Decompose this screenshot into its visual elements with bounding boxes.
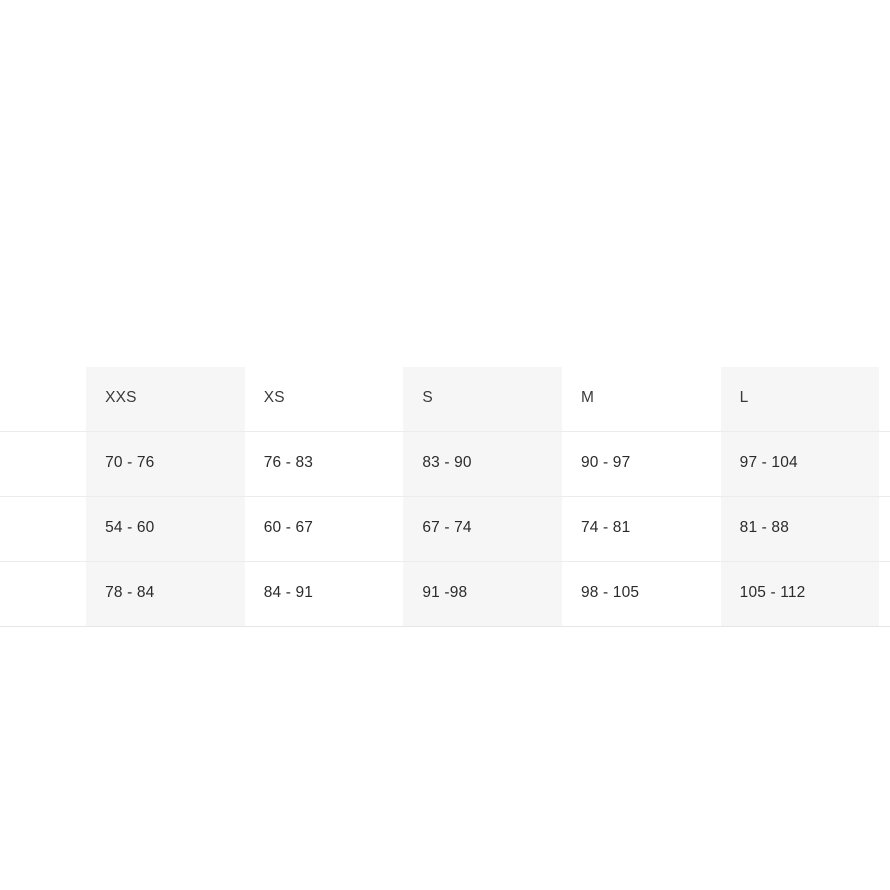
cell-waist-xs: 60 - 67 xyxy=(245,496,404,561)
page-title: Size Chart xyxy=(0,300,890,335)
cell-chest-xl: 104 - 111 xyxy=(879,431,890,496)
cell-hip-l: 105 - 112 xyxy=(721,561,880,626)
cell-waist-m: 74 - 81 xyxy=(562,496,721,561)
column-header-l: L xyxy=(721,367,880,432)
column-header-xs: XS xyxy=(245,367,404,432)
page-root: Size Chart Measurement XXS XS S M L xyxy=(0,0,890,890)
row-label-chest: Chest (cm) xyxy=(0,431,86,496)
cell-chest-xs: 76 - 83 xyxy=(245,431,404,496)
column-header-m: M xyxy=(562,367,721,432)
cell-chest-l: 97 - 104 xyxy=(721,431,880,496)
column-header-xxs: XXS xyxy=(86,367,245,432)
column-header-xl: XL xyxy=(879,367,890,432)
cell-hip-xxs: 78 - 84 xyxy=(86,561,245,626)
table-row: Waist (cm) 54 - 60 60 - 67 67 - 74 74 - … xyxy=(0,496,890,561)
table-header-row: Measurement XXS XS S M L XL xyxy=(0,367,890,432)
table-row: Chest (cm) 70 - 76 76 - 83 83 - 90 90 - … xyxy=(0,431,890,496)
cell-hip-m: 98 - 105 xyxy=(562,561,721,626)
cell-waist-s: 67 - 74 xyxy=(403,496,562,561)
cell-chest-m: 90 - 97 xyxy=(562,431,721,496)
cell-waist-xl: 88 - 98 xyxy=(879,496,890,561)
column-header-s: S xyxy=(403,367,562,432)
cell-waist-l: 81 - 88 xyxy=(721,496,880,561)
column-header-measurement: Measurement xyxy=(0,367,86,432)
row-label-waist: Waist (cm) xyxy=(0,496,86,561)
cell-hip-s: 91 -98 xyxy=(403,561,562,626)
cell-hip-xs: 84 - 91 xyxy=(245,561,404,626)
row-label-hip: Hip (cm) xyxy=(0,561,86,626)
table-row: Hip (cm) 78 - 84 84 - 91 91 -98 98 - 105… xyxy=(0,561,890,626)
cell-waist-xxs: 54 - 60 xyxy=(86,496,245,561)
size-chart-table: Measurement XXS XS S M L XL Chest (cm) 7… xyxy=(0,367,890,627)
cell-chest-xxs: 70 - 76 xyxy=(86,431,245,496)
table-header: Measurement XXS XS S M L XL xyxy=(0,367,890,432)
table-body: Chest (cm) 70 - 76 76 - 83 83 - 90 90 - … xyxy=(0,431,890,626)
size-chart-block: Size Chart Measurement XXS XS S M L xyxy=(0,300,890,627)
cell-hip-xl: 112 - 119 xyxy=(879,561,890,626)
cell-chest-s: 83 - 90 xyxy=(403,431,562,496)
